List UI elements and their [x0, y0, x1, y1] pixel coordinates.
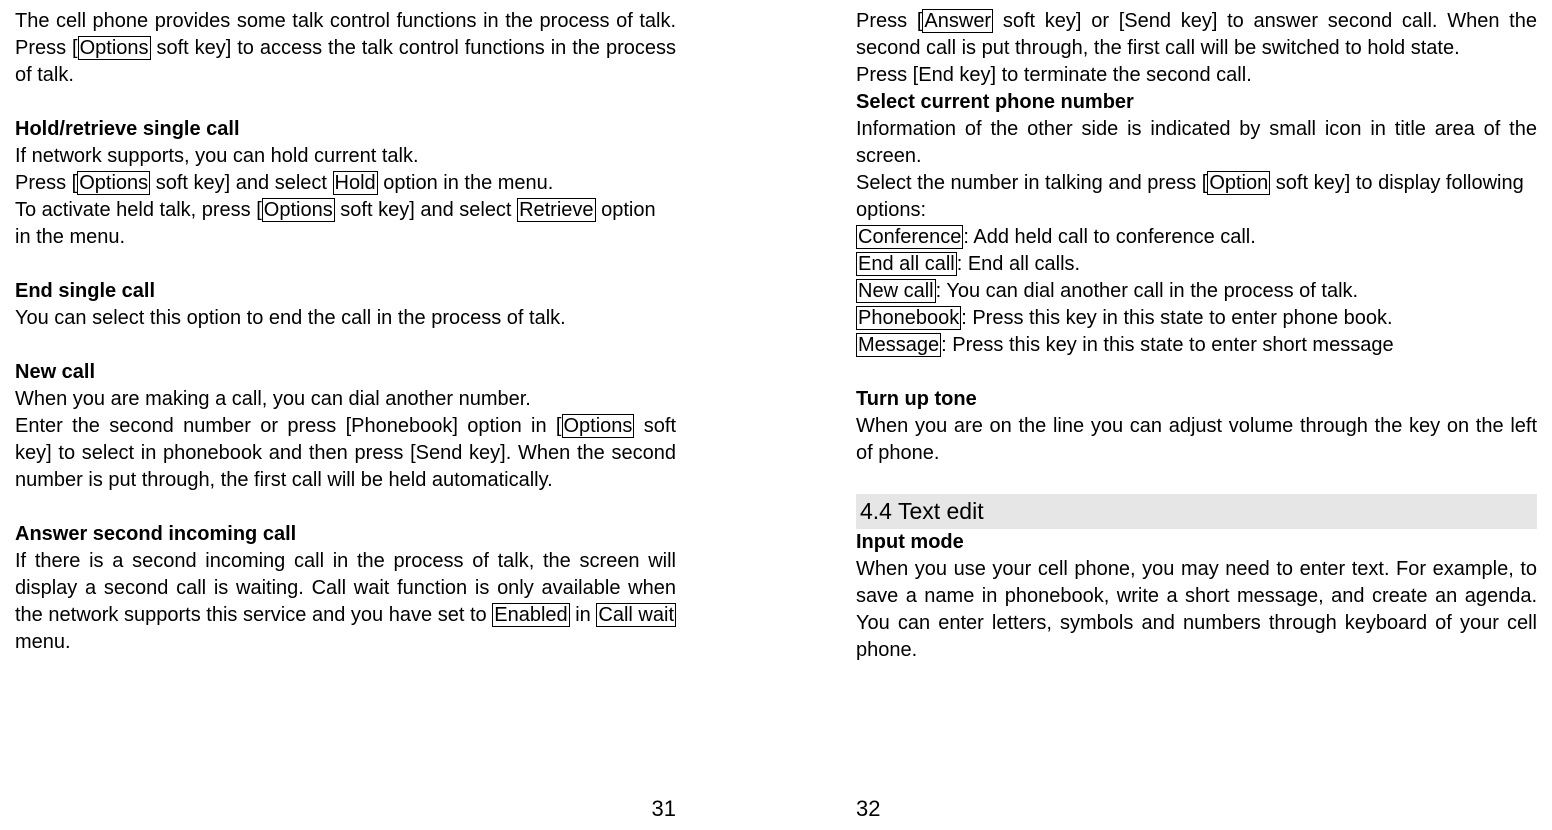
paragraph: Press [End key] to terminate the second …: [856, 62, 1537, 89]
text: : You can dial another call in the proce…: [936, 280, 1359, 302]
blank-line: [15, 89, 676, 116]
text: : Press this key in this state to enter …: [961, 307, 1392, 329]
heading-hold-retrieve: Hold/retrieve single call: [15, 116, 676, 143]
heading-input-mode: Input mode: [856, 529, 1537, 556]
text: in: [570, 604, 597, 626]
boxed-term-new-call: New call: [856, 279, 936, 303]
heading-turn-up-tone: Turn up tone: [856, 386, 1537, 413]
heading-answer-second-call: Answer second incoming call: [15, 521, 676, 548]
paragraph: When you are making a call, you can dial…: [15, 386, 676, 413]
text: Press [: [15, 172, 77, 194]
text: soft key] and select: [335, 199, 517, 221]
text: To activate held talk, press [: [15, 199, 262, 221]
boxed-term-answer: Answer: [922, 9, 993, 33]
page-spread: The cell phone provides some talk contro…: [0, 0, 1552, 830]
right-content: Press [Answer soft key] or [Send key] to…: [856, 8, 1537, 820]
paragraph: When you use your cell phone, you may ne…: [856, 556, 1537, 664]
option-conference: Conference: Add held call to conference …: [856, 224, 1537, 251]
option-phonebook: Phonebook: Press this key in this state …: [856, 305, 1537, 332]
heading-end-single-call: End single call: [15, 278, 676, 305]
paragraph: Enter the second number or press [Phoneb…: [15, 413, 676, 494]
text: menu.: [15, 631, 71, 653]
boxed-term-hold: Hold: [333, 171, 378, 195]
blank-line: [15, 251, 676, 278]
left-content: The cell phone provides some talk contro…: [15, 8, 676, 820]
text: option in the menu.: [378, 172, 554, 194]
boxed-term-message: Message: [856, 333, 941, 357]
heading-new-call: New call: [15, 359, 676, 386]
boxed-term-conference: Conference: [856, 225, 963, 249]
boxed-term-end-all-call: End all call: [856, 252, 957, 276]
boxed-term-options: Options: [562, 414, 635, 438]
paragraph: Press [Options soft key] and select Hold…: [15, 170, 676, 197]
page-number-left: 31: [652, 796, 676, 822]
boxed-term-retrieve: Retrieve: [517, 198, 595, 222]
paragraph: Information of the other side is indicat…: [856, 116, 1537, 170]
text: soft key] and select: [150, 172, 332, 194]
heading-text-edit: 4.4 Text edit: [856, 494, 1537, 529]
paragraph: The cell phone provides some talk contro…: [15, 8, 676, 89]
blank-line: [856, 359, 1537, 386]
boxed-term-option: Option: [1207, 171, 1270, 195]
boxed-term-call-wait: Call wait: [596, 603, 676, 627]
blank-line: [856, 467, 1537, 494]
page-number-right: 32: [856, 796, 880, 822]
boxed-term-options: Options: [262, 198, 335, 222]
option-new-call: New call: You can dial another call in t…: [856, 278, 1537, 305]
blank-line: [15, 494, 676, 521]
paragraph: When you are on the line you can adjust …: [856, 413, 1537, 467]
paragraph: To activate held talk, press [Options so…: [15, 197, 676, 251]
page-right: Press [Answer soft key] or [Send key] to…: [776, 0, 1552, 830]
boxed-term-phonebook: Phonebook: [856, 306, 961, 330]
text: Press [: [856, 10, 922, 32]
paragraph: Press [Answer soft key] or [Send key] to…: [856, 8, 1537, 62]
paragraph: If network supports, you can hold curren…: [15, 143, 676, 170]
text: Enter the second number or press [Phoneb…: [15, 415, 562, 437]
page-left: The cell phone provides some talk contro…: [0, 0, 776, 830]
blank-line: [15, 332, 676, 359]
paragraph: You can select this option to end the ca…: [15, 305, 676, 332]
paragraph: If there is a second incoming call in th…: [15, 548, 676, 656]
text: : Add held call to conference call.: [963, 226, 1255, 248]
text: Select the number in talking and press [: [856, 172, 1207, 194]
option-message: Message: Press this key in this state to…: [856, 332, 1537, 359]
text: : Press this key in this state to enter …: [941, 334, 1393, 356]
heading-select-current-number: Select current phone number: [856, 89, 1537, 116]
boxed-term-options: Options: [77, 171, 150, 195]
paragraph: Select the number in talking and press […: [856, 170, 1537, 224]
boxed-term-options: Options: [78, 36, 151, 60]
option-end-all-call: End all call: End all calls.: [856, 251, 1537, 278]
text: : End all calls.: [957, 253, 1080, 275]
boxed-term-enabled: Enabled: [492, 603, 569, 627]
